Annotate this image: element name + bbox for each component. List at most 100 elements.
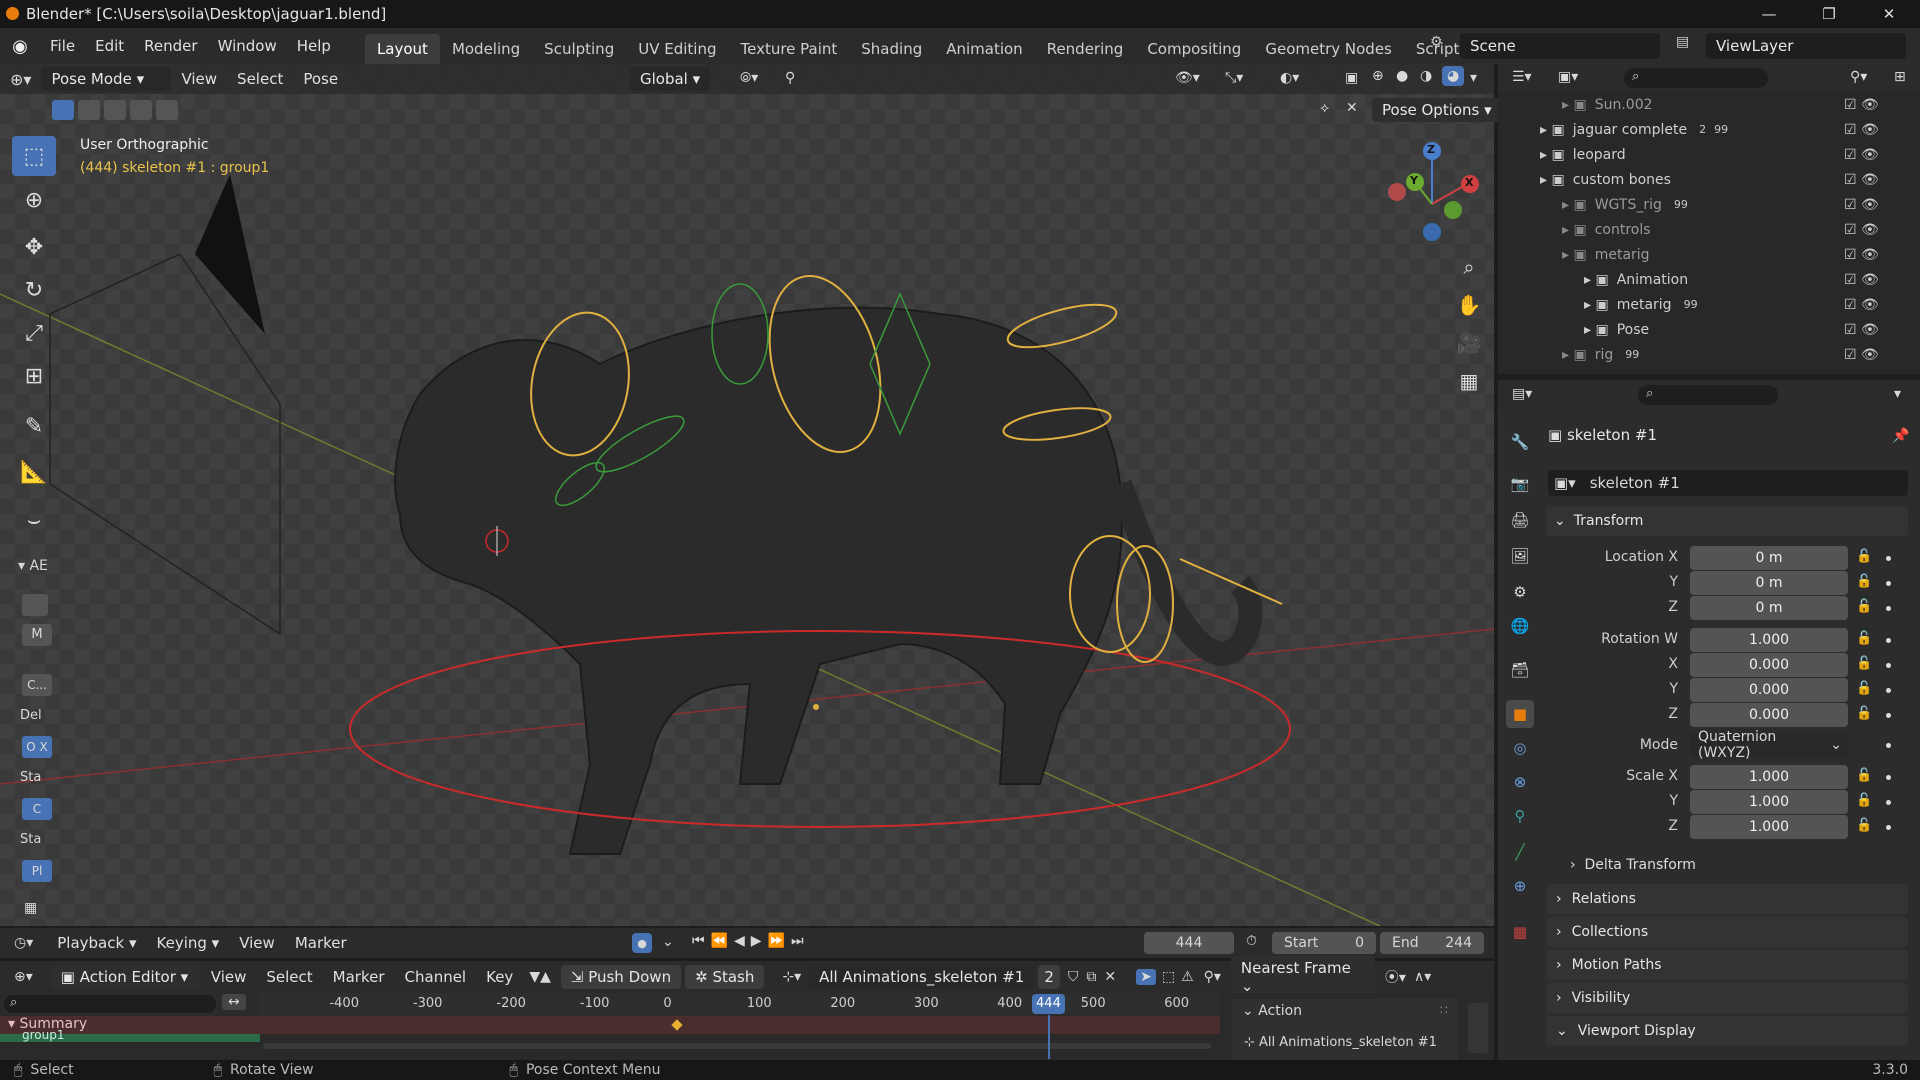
outliner-row[interactable]: ▸ ▣ jaguar complete 2 99 ☑ 👁 [1498,117,1920,142]
timeline-menu-playback[interactable]: Playback ▾ [47,934,146,952]
select-subtract-icon[interactable] [104,100,126,120]
dopesheet-menu-marker[interactable]: Marker [323,968,395,986]
pivot-icon[interactable]: ⦾▾ [740,70,758,86]
keyframe-dot[interactable] [1886,800,1891,805]
keyframe-dot[interactable] [1886,556,1891,561]
bone-properties-icon[interactable]: ╱ [1506,838,1534,866]
lock-icon[interactable]: 🔓 [1856,656,1872,671]
number-field[interactable]: 0 m [1690,571,1848,595]
tab-sculpting[interactable]: Sculpting [532,34,626,64]
dopesheet-editor-icon[interactable]: ⊕▾ [14,969,33,985]
playback-controls[interactable]: ⏮⏪◀▶⏩⏭ [692,933,810,949]
number-field[interactable]: 0.000 [1690,678,1848,702]
tab-animation[interactable]: Animation [934,34,1034,64]
overlay-toggle-icon[interactable]: ◐▾ [1280,70,1299,86]
show-hidden-icon[interactable]: ⬚ [1162,969,1175,985]
channel-search-input[interactable]: ⌕ [4,995,216,1013]
lock-icon[interactable]: 🔓 [1856,706,1872,721]
tree-expand-icon[interactable]: ▸ ▣ [1562,197,1587,213]
camera-view-icon[interactable]: 🎥 [1452,326,1486,360]
stash-button[interactable]: ✲ Stash [685,965,765,989]
visibility-toggle-icon[interactable]: ☑ 👁 [1844,122,1879,138]
outliner-display-mode-icon[interactable]: ▣▾ [1558,69,1578,85]
outliner-row[interactable]: ▸ ▣ leopard ☑ 👁 [1498,142,1920,167]
addon-button-c2[interactable]: C [22,798,52,820]
modifier-properties-icon[interactable]: ◎ [1506,734,1534,762]
collection-properties-icon[interactable]: 🗃 [1506,656,1534,684]
tree-expand-icon[interactable]: ▸ ▣ [1540,122,1565,138]
lock-icon[interactable]: 🔓 [1856,681,1872,696]
lock-icon[interactable]: 🔓 [1856,818,1872,833]
dopesheet-menu-key[interactable]: Key [476,968,523,986]
keyframe-dot[interactable] [1886,825,1891,830]
close-window-button[interactable]: ✕ [1866,0,1912,28]
blender-menu-icon[interactable]: ◉ [0,36,40,57]
action-name-field[interactable]: All Animations_skeleton #1 [809,965,1035,989]
number-field[interactable]: 1.000 [1690,790,1848,814]
keyframe-dot[interactable] [1886,688,1891,693]
action-side-panel-header[interactable]: ⌄ Action [1242,1003,1302,1019]
timeline-menu-marker[interactable]: Marker [285,934,357,952]
constraint-properties-icon[interactable]: ⊗ [1506,768,1534,796]
start-frame-field[interactable]: Start 0 [1272,932,1376,954]
visibility-toggle-icon[interactable]: ☑ 👁 [1844,97,1879,113]
outliner-row[interactable]: ▸ ▣ custom bones ☑ 👁 [1498,167,1920,192]
outliner-row[interactable]: ▸ ▣ metarig ☑ 👁 [1498,242,1920,267]
visibility-toggle-icon[interactable]: ☑ 👁 [1844,172,1879,188]
visibility-toggle-icon[interactable]: ☑ 👁 [1844,322,1879,338]
frame-ruler[interactable]: -400 -300 -200 -100 0 100 200 300 400 500 600 444 [260,993,1220,1015]
only-selected-icon[interactable]: ➤ [1136,969,1156,985]
timeline-menu-keying[interactable]: Keying ▾ [147,934,230,952]
menu-help[interactable]: Help [287,37,341,55]
lock-icon[interactable]: 🔓 [1856,599,1872,614]
properties-options-icon[interactable]: ▾ [1894,386,1901,402]
outliner-row[interactable]: ▸ ▣ rig 99 ☑ 👁 [1498,342,1920,367]
keyframe-dot[interactable] [1886,638,1891,643]
texture-properties-icon[interactable]: ▩ [1506,918,1534,946]
new-action-icon[interactable]: ⧉ [1086,969,1096,985]
filter-icon[interactable]: ⚲▾ [1850,69,1867,85]
render-properties-icon[interactable]: 📷 [1506,470,1534,498]
errors-only-icon[interactable]: ⚠ [1181,969,1194,985]
number-field[interactable]: 1.000 [1690,815,1848,839]
outliner-row[interactable]: ▸ ▣ Pose ☑ 👁 [1498,317,1920,342]
3d-viewport[interactable]: User Orthographic (444) skeleton #1 : gr… [0,64,1494,926]
viewport-menu-select[interactable]: Select [227,70,293,88]
tree-expand-icon[interactable]: ▸ ▣ [1540,172,1565,188]
scene-field[interactable]: Scene [1460,33,1660,59]
auto-keying-icon[interactable]: ● [632,933,652,953]
panel-header[interactable]: › Visibility [1546,983,1908,1013]
visibility-toggle-icon[interactable]: ☑ 👁 [1844,297,1879,313]
tab-uv-editing[interactable]: UV Editing [626,34,728,64]
push-down-button[interactable]: ⇲ Push Down [560,965,682,989]
viewport-menu-pose[interactable]: Pose [293,70,348,88]
dopesheet-menu-view[interactable]: View [201,968,257,986]
transform-tool-icon[interactable]: ⊞ [12,356,56,396]
output-properties-icon[interactable]: 🖨 [1506,506,1534,534]
visibility-toggle-icon[interactable]: ☑ 👁 [1844,347,1879,363]
number-field[interactable]: 0.000 [1690,653,1848,677]
properties-editor-icon[interactable]: ▤▾ [1512,386,1532,402]
pose-curve-tool-icon[interactable]: ⌣ [12,500,56,540]
dopesheet-mode-dropdown[interactable]: ▣ Action Editor ▾ [50,965,201,989]
fake-user-icon[interactable]: ⛉ [1068,969,1079,985]
dopesheet-area[interactable]: ⌕ ↔ ▾ Summary group1 -400 -300 -200 -100 0 10… [0,993,1494,1060]
panel-header[interactable]: › Relations [1546,884,1908,914]
tree-expand-icon[interactable]: ▸ ▣ [1584,272,1609,288]
scene-properties-icon[interactable]: ⚙ [1506,578,1534,606]
xray-icon[interactable]: ▣ [1345,70,1358,86]
tree-expand-icon[interactable]: ▸ ▣ [1584,322,1609,338]
tab-shading[interactable]: Shading [849,34,934,64]
tree-expand-icon[interactable]: ▸ ▣ [1562,347,1587,363]
horizontal-scrollbar[interactable] [263,1043,1211,1049]
view-layer-field[interactable]: ViewLayer [1706,33,1906,59]
falloff-icon[interactable]: ∧▾ [1414,969,1431,985]
menu-render[interactable]: Render [134,37,207,55]
panel-drag-handle-icon[interactable]: ∷ [1440,1003,1448,1017]
visibility-toggle-icon[interactable]: ☑ 👁 [1844,147,1879,163]
gizmo-toggle-icon[interactable]: ⤡▾ [1225,70,1243,86]
number-field[interactable]: 0.000 [1690,703,1848,727]
annotate-tool-icon[interactable]: ✎ [12,406,56,446]
move-tool-icon[interactable]: ✥ [12,227,56,267]
cursor-tool-icon[interactable]: ⊕ [12,180,56,220]
